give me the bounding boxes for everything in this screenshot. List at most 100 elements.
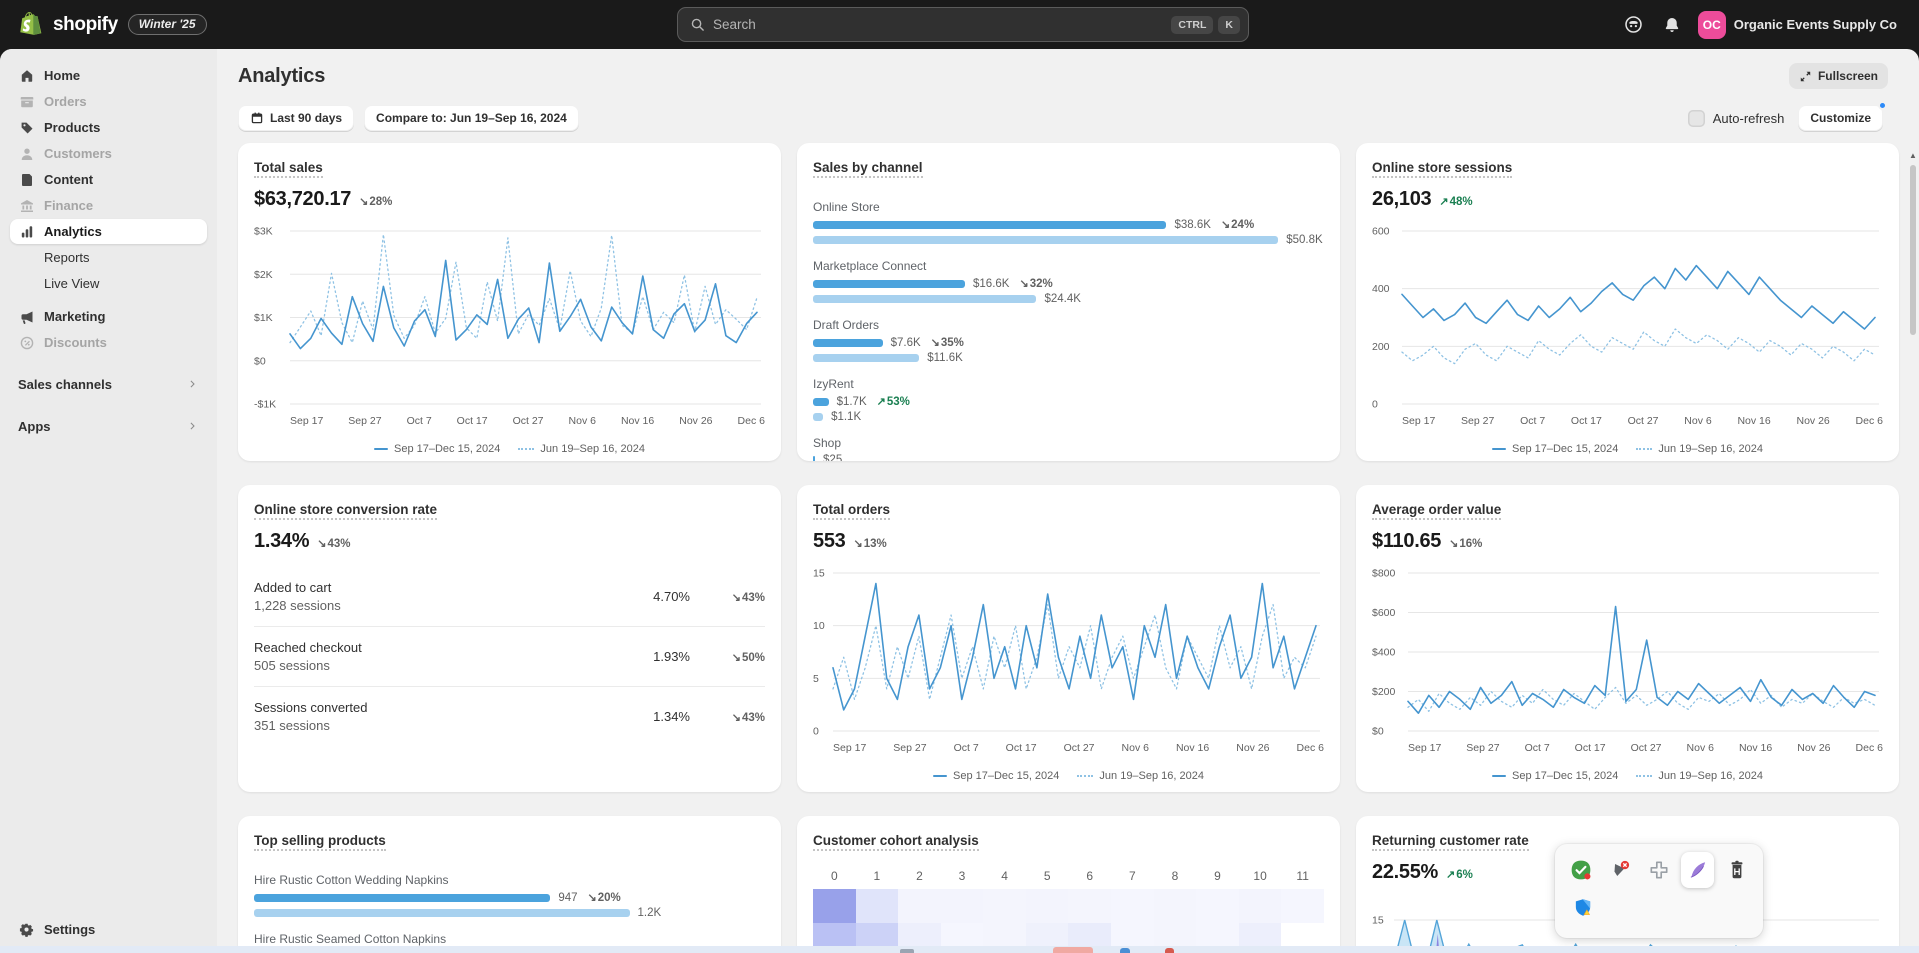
metric-row: $63,720.17↘28% — [254, 188, 765, 211]
chart-area: 151050 — [813, 565, 1324, 740]
cohort-cell[interactable] — [813, 889, 856, 923]
sidebar-item-customers[interactable]: Customers — [10, 141, 207, 166]
delta-badge: ↘50% — [732, 652, 765, 664]
auto-refresh-checkbox[interactable] — [1688, 110, 1705, 127]
sidebar-item-products[interactable]: Products — [10, 115, 207, 140]
cohort-cell[interactable] — [1111, 889, 1154, 923]
tray-clover-icon[interactable] — [1643, 852, 1676, 888]
funnel-step-sessions: 1,228 sessions — [254, 598, 595, 613]
card-conversion-rate: Online store conversion rate1.34%↘43%Add… — [238, 485, 781, 792]
auto-refresh-toggle[interactable]: Auto-refresh — [1688, 110, 1785, 127]
sidebar-section-apps[interactable]: Apps — [10, 413, 207, 439]
metric-row: 553↘13% — [813, 530, 1324, 553]
legend-previous: Jun 19–Sep 16, 2024 — [1636, 443, 1763, 455]
sidebar-item-discounts[interactable]: Discounts — [10, 330, 207, 355]
sidebar-item-analytics[interactable]: Analytics — [10, 219, 207, 244]
search-input[interactable]: Search CTRL K — [677, 7, 1249, 42]
sidebar: HomeOrdersProductsCustomers Content Financ… — [0, 49, 217, 953]
tray-feather-icon[interactable] — [1681, 852, 1714, 888]
svg-text:5: 5 — [813, 673, 819, 685]
bar-group-online-store: Online Store$38.6K↘24%$50.8K — [813, 200, 1324, 246]
sidebar-item-live-view[interactable]: Live View — [10, 271, 207, 296]
taskbar-icon[interactable] — [900, 949, 914, 953]
funnel-row-sessions-converted[interactable]: Sessions converted351 sessions1.34%↘43% — [254, 686, 765, 746]
delta-badge: ↗53% — [877, 395, 910, 408]
sidebar-item-home[interactable]: Home — [10, 63, 207, 88]
cohort-cell[interactable] — [941, 889, 984, 923]
svg-text:$0: $0 — [254, 355, 266, 367]
sidebar-item-label: Discounts — [44, 335, 107, 350]
card-title-cohort[interactable]: Customer cohort analysis — [813, 833, 979, 851]
sidebar-item-label: Content — [44, 172, 93, 187]
taskbar-icon[interactable] — [1165, 948, 1174, 953]
cohort-cell[interactable] — [1281, 889, 1324, 923]
main-content: Analytics Fullscreen Last 90 days Compar… — [217, 49, 1919, 953]
funnel-step-label: Reached checkout — [254, 640, 595, 655]
sidebar-section-sales-channels[interactable]: Sales channels — [10, 371, 207, 397]
taskbar-icon[interactable] — [1053, 947, 1093, 953]
previous-period-line — [290, 235, 757, 343]
card-title-top-products[interactable]: Top selling products — [254, 833, 386, 851]
cohort-column-label: 8 — [1154, 869, 1197, 883]
sidebar-item-reports[interactable]: Reports — [10, 245, 207, 270]
content-icon — [18, 172, 35, 188]
x-axis-tick: Dec 6 — [738, 415, 765, 427]
cohort-cell[interactable] — [1026, 889, 1069, 923]
sidebar-item-content[interactable]: Content — [10, 167, 207, 192]
customize-label: Customize — [1810, 111, 1871, 125]
line-chart: $800$600$400$200$0 — [1372, 565, 1883, 735]
line-chart: 6004002000 — [1372, 223, 1883, 408]
tray-vpn-error-icon[interactable] — [1604, 852, 1637, 888]
date-range-button[interactable]: Last 90 days — [238, 105, 354, 131]
x-axis-tick: Sep 17 — [1402, 415, 1435, 427]
previous-bar-value: $1.1K — [831, 411, 861, 423]
sidebar-item-orders[interactable]: Orders — [10, 89, 207, 114]
cohort-cell[interactable] — [898, 889, 941, 923]
cohort-cell[interactable] — [1196, 889, 1239, 923]
previous-period-bar — [813, 236, 1278, 244]
scrollbar-up-arrow[interactable]: ▲ — [1909, 151, 1917, 160]
legend-previous: Jun 19–Sep 16, 2024 — [518, 443, 645, 455]
card-title-total-sales[interactable]: Total sales — [254, 160, 323, 178]
funnel-row-added-to-cart[interactable]: Added to cart1,228 sessions4.70%↘43% — [254, 567, 765, 626]
card-title-returning-rate[interactable]: Returning customer rate — [1372, 833, 1529, 851]
card-title-online-store-sessions[interactable]: Online store sessions — [1372, 160, 1512, 178]
shopify-logo[interactable]: shopify Winter '25 — [18, 0, 207, 49]
sidebar-item-finance[interactable]: Finance — [10, 193, 207, 218]
cohort-cell[interactable] — [1068, 889, 1111, 923]
notifications-bell-icon[interactable] — [1656, 9, 1688, 41]
tray-trash-icon[interactable] — [1720, 852, 1753, 888]
delta-badge: ↘28% — [359, 195, 392, 208]
svg-text:0: 0 — [813, 726, 819, 736]
account-menu[interactable]: OC Organic Events Supply Co — [1694, 8, 1905, 42]
cohort-column-label: 7 — [1111, 869, 1154, 883]
x-axis-tick: Nov 6 — [1684, 415, 1711, 427]
card-title-sales-by-channel[interactable]: Sales by channel — [813, 160, 923, 178]
funnel-step-sessions: 351 sessions — [254, 718, 595, 733]
funnel-step-rate: 4.70% — [595, 589, 690, 604]
card-title-average-order-value[interactable]: Average order value — [1372, 502, 1501, 520]
page-scrollbar[interactable]: ▲ — [1908, 149, 1918, 945]
x-axis-tick: Oct 27 — [513, 415, 544, 427]
cohort-cell[interactable] — [1154, 889, 1197, 923]
fullscreen-button[interactable]: Fullscreen — [1789, 63, 1888, 89]
release-badge[interactable]: Winter '25 — [128, 14, 207, 35]
svg-text:10: 10 — [813, 620, 825, 632]
funnel-row-reached-checkout[interactable]: Reached checkout505 sessions1.93%↘50% — [254, 626, 765, 686]
sidebar-item-settings[interactable]: Settings — [10, 917, 207, 942]
card-title-total-orders[interactable]: Total orders — [813, 502, 890, 520]
assistant-icon[interactable] — [1618, 9, 1650, 41]
taskbar-sliver[interactable] — [0, 946, 1919, 953]
card-title-conversion-rate[interactable]: Online store conversion rate — [254, 502, 437, 520]
cohort-cell[interactable] — [983, 889, 1026, 923]
customize-button[interactable]: Customize — [1798, 105, 1883, 131]
scrollbar-thumb[interactable] — [1910, 165, 1916, 335]
tray-green-check-icon[interactable] — [1565, 852, 1598, 888]
sidebar-item-marketing[interactable]: Marketing — [10, 304, 207, 329]
current-period-line — [833, 584, 1316, 710]
cohort-cell[interactable] — [1239, 889, 1282, 923]
tray-defender-shield-icon[interactable] — [1565, 890, 1601, 926]
compare-to-button[interactable]: Compare to: Jun 19–Sep 16, 2024 — [364, 105, 579, 131]
taskbar-icon[interactable] — [1120, 948, 1130, 953]
cohort-cell[interactable] — [856, 889, 899, 923]
